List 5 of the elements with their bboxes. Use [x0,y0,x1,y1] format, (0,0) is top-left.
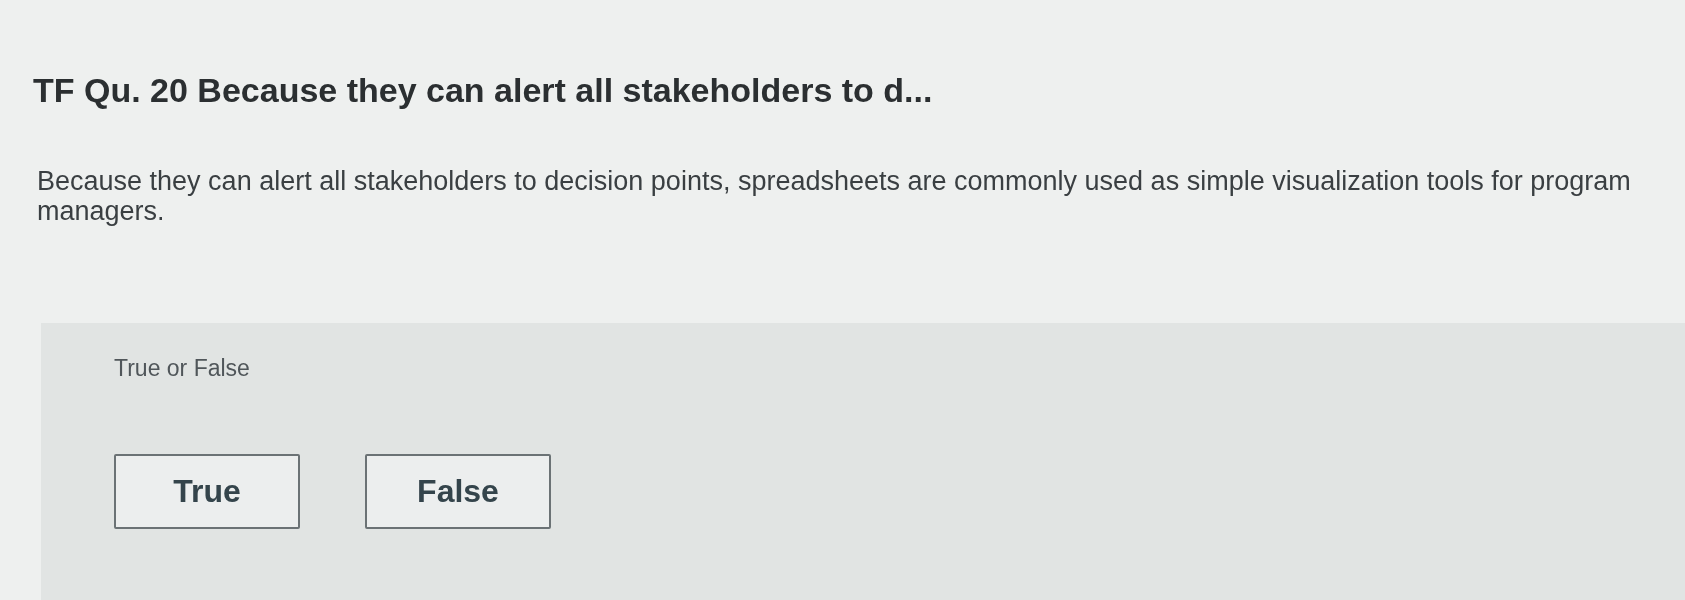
instruction-label: True or False [114,354,250,382]
answer-button[interactable]: True [114,454,300,529]
question-title: TF Qu. 20 Because they can alert all stakeholders to d... [33,70,933,110]
answer-button[interactable]: False [365,454,551,529]
question-text: Because they can alert all stakeholders to decision points, spreadsheets are commonly used as simple visualization tools for program managers. [37,166,1632,226]
